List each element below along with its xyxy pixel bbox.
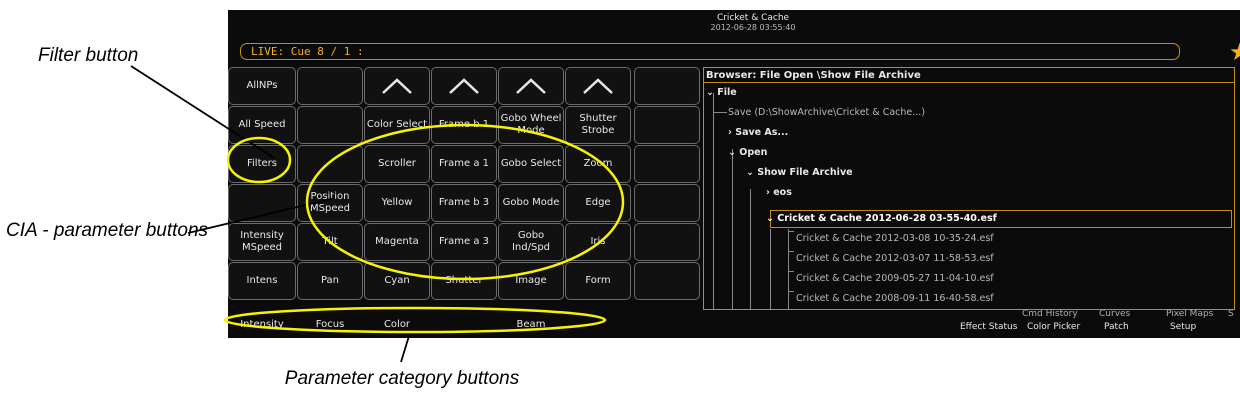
cyan-button[interactable]: Cyan: [364, 262, 430, 300]
blank-button[interactable]: [634, 184, 700, 222]
category-focus-button[interactable]: Focus: [297, 312, 363, 338]
tree-line: [788, 231, 794, 232]
parameter-category-annotation: Parameter category buttons: [284, 368, 520, 389]
console-screen: Cricket & Cache 2012-06-28 03:55:40 LIVE…: [228, 10, 1240, 338]
browser-title: Browser: File Open \Show File Archive: [706, 70, 921, 81]
tab-color-picker[interactable]: Color Picker: [1027, 322, 1080, 332]
intens-button[interactable]: Intens: [228, 262, 296, 300]
show-title: Cricket & Cache: [716, 13, 790, 23]
tree-item-show-file[interactable]: Cricket & Cache 2009-05-27 11-04-10.esf: [796, 273, 994, 284]
tree-line: [788, 251, 794, 252]
tree-line: [788, 271, 794, 272]
tree-line: [788, 291, 794, 292]
tree-item-show-file[interactable]: Cricket & Cache 2008-09-11 16-40-58.esf: [796, 293, 994, 301]
tab-setup[interactable]: Setup: [1170, 322, 1196, 332]
scroll-up-button[interactable]: [364, 67, 430, 105]
scroll-up-button[interactable]: [431, 67, 497, 105]
app-title: Cricket & Cache 2012-06-28 03:55:40: [628, 13, 878, 33]
intensity-mspeed-button[interactable]: Intensity MSpeed: [228, 223, 296, 261]
scroller-button[interactable]: Scroller: [364, 145, 430, 183]
blank-button[interactable]: [634, 106, 700, 144]
image-button[interactable]: Image: [498, 262, 564, 300]
frame-a1-button[interactable]: Frame a 1: [431, 145, 497, 183]
tree-line: [713, 93, 714, 309]
category-color-button[interactable]: Color: [364, 312, 430, 338]
shutter-button[interactable]: Shutter: [431, 262, 497, 300]
show-timestamp: 2012-06-28 03:55:40: [710, 23, 796, 32]
tree-item-show-file[interactable]: Cricket & Cache 2012-03-07 11-58-53.esf: [796, 253, 994, 264]
tab-cmd-history[interactable]: Cmd History: [1022, 309, 1078, 319]
color-select-button[interactable]: Color Select: [364, 106, 430, 144]
all-speed-button[interactable]: All Speed: [228, 106, 296, 144]
tree-item-show-file-archive[interactable]: ⌄ Show File Archive: [746, 167, 853, 178]
chevron-down-icon: ⌄: [728, 147, 740, 158]
yellow-button[interactable]: Yellow: [364, 184, 430, 222]
blank-button[interactable]: [297, 145, 363, 183]
pan-button[interactable]: Pan: [297, 262, 363, 300]
browser-tree: ⌄ File Save (D:\ShowArchive\Cricket & Ca…: [704, 82, 1234, 309]
tab-patch[interactable]: Patch: [1104, 322, 1129, 332]
tilt-button[interactable]: Tilt: [297, 223, 363, 261]
magenta-button[interactable]: Magenta: [364, 223, 430, 261]
tree-line: [713, 112, 727, 113]
tree-item-file[interactable]: ⌄ File: [706, 87, 737, 98]
blank-button[interactable]: [634, 67, 700, 105]
tree-line: [770, 229, 771, 309]
shutter-strobe-button[interactable]: Shutter Strobe: [565, 106, 631, 144]
gobo-ind-spd-button[interactable]: Gobo Ind/Spd: [498, 223, 564, 261]
file-browser: Browser: File Open \Show File Archive ⌄ …: [703, 67, 1235, 310]
frame-b1-button[interactable]: Frame b 1: [431, 106, 497, 144]
form-button[interactable]: Form: [565, 262, 631, 300]
blank-button[interactable]: [634, 262, 700, 300]
allnps-button[interactable]: AllNPs: [228, 67, 296, 105]
star-icon[interactable]: ★: [1229, 40, 1240, 64]
tab-s[interactable]: S: [1228, 309, 1234, 319]
chevron-up-icon: [382, 78, 412, 94]
chevron-up-icon: [583, 78, 613, 94]
gobo-wheel-mode-button[interactable]: Gobo Wheel Mode: [498, 106, 564, 144]
tree-item-show-file[interactable]: Cricket & Cache 2012-03-08 10-35-24.esf: [796, 233, 994, 244]
tab-pixel-maps[interactable]: Pixel Maps: [1166, 309, 1213, 319]
frame-b3-button[interactable]: Frame b 3: [431, 184, 497, 222]
category-leader-line: [400, 335, 410, 363]
scroll-up-button[interactable]: [565, 67, 631, 105]
chevron-down-icon: ⌄: [706, 87, 718, 98]
iris-button[interactable]: Iris: [565, 223, 631, 261]
tree-item-save[interactable]: Save (D:\ShowArchive\Cricket & Cache...): [728, 107, 925, 118]
chevron-down-icon: ⌄: [766, 213, 778, 224]
tree-line: [732, 149, 733, 309]
chevron-down-icon: ⌄: [746, 167, 758, 178]
filter-button-annotation: Filter button: [38, 45, 139, 66]
tab-curves[interactable]: Curves: [1099, 309, 1130, 319]
blank-button[interactable]: [634, 223, 700, 261]
tree-line: [750, 189, 751, 309]
gobo-mode-button[interactable]: Gobo Mode: [498, 184, 564, 222]
blank-button[interactable]: [228, 184, 296, 222]
tree-item-save-as[interactable]: › Save As...: [728, 127, 788, 138]
tree-item-open[interactable]: ⌄ Open: [728, 147, 767, 158]
tree-item-eos[interactable]: › eos: [766, 187, 792, 198]
cia-annotation: CIA - parameter buttons: [6, 220, 209, 241]
category-intensity-button[interactable]: Intensity: [228, 312, 296, 338]
edge-button[interactable]: Edge: [565, 184, 631, 222]
blank-button[interactable]: [297, 106, 363, 144]
blank-button[interactable]: [634, 145, 700, 183]
category-beam-button[interactable]: Beam: [431, 312, 631, 338]
chevron-up-icon: [516, 78, 546, 94]
zoom-button[interactable]: Zoom: [565, 145, 631, 183]
tree-line: [788, 229, 789, 309]
blank-button[interactable]: [297, 67, 363, 105]
gobo-select-button[interactable]: Gobo Select: [498, 145, 564, 183]
filters-button[interactable]: Filters: [228, 145, 296, 183]
position-mspeed-button[interactable]: Position MSpeed: [297, 184, 363, 222]
frame-a3-button[interactable]: Frame a 3: [431, 223, 497, 261]
command-line[interactable]: LIVE: Cue 8 / 1 :: [240, 43, 1180, 60]
tab-effect-status[interactable]: Effect Status: [960, 322, 1017, 332]
chevron-up-icon: [449, 78, 479, 94]
scroll-up-button[interactable]: [498, 67, 564, 105]
tree-item-selected-file[interactable]: ⌄ Cricket & Cache 2012-06-28 03-55-40.es…: [766, 213, 997, 224]
